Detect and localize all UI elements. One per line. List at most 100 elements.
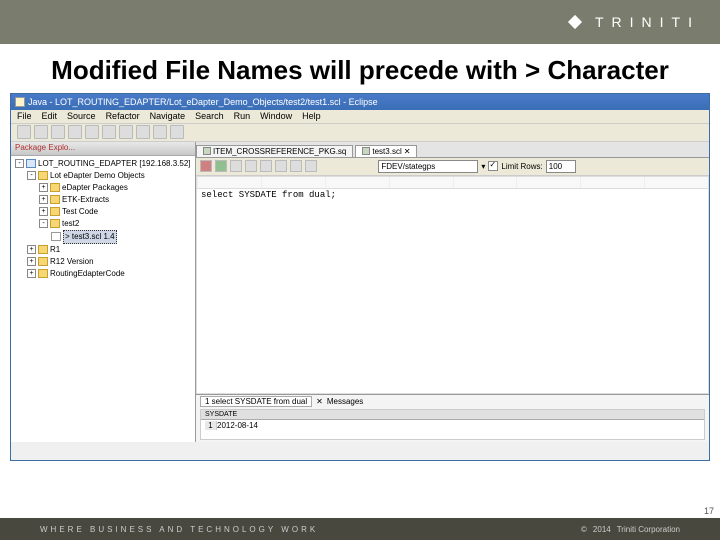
folder-icon bbox=[38, 245, 48, 254]
title-bar: Java - LOT_ROUTING_EDAPTER/Lot_eDapter_D… bbox=[11, 94, 709, 110]
tree-r1[interactable]: + R1 bbox=[13, 244, 193, 256]
tree-testcode[interactable]: + Test Code bbox=[13, 206, 193, 218]
editor-tab-2[interactable]: test3.scl ✕ bbox=[355, 145, 417, 157]
collapse-icon[interactable]: - bbox=[15, 159, 24, 168]
toolbar-button[interactable] bbox=[102, 125, 116, 139]
limit-rows-input[interactable]: 100 bbox=[546, 160, 576, 173]
toolbar-button[interactable] bbox=[260, 160, 272, 172]
menu-navigate[interactable]: Navigate bbox=[150, 111, 186, 121]
results-tabs: 1 select SYSDATE from dual ✕ Messages bbox=[196, 395, 709, 409]
row-number: 1 bbox=[205, 421, 217, 430]
toolbar-button[interactable] bbox=[305, 160, 317, 172]
file-icon bbox=[51, 232, 61, 241]
grid-row[interactable]: 1 2012-08-14 bbox=[201, 420, 704, 431]
code-line: select SYSDATE from dual; bbox=[197, 189, 708, 201]
menu-window[interactable]: Window bbox=[260, 111, 292, 121]
tree-label: R12 Version bbox=[50, 256, 94, 268]
project-tree: - LOT_ROUTING_EDAPTER [192.168.3.52] - L… bbox=[11, 156, 195, 442]
stop-button[interactable] bbox=[200, 160, 212, 172]
tree-etk[interactable]: + ETK-Extracts bbox=[13, 194, 193, 206]
expand-icon[interactable]: + bbox=[39, 207, 48, 216]
project-label: LOT_ROUTING_EDAPTER [192.168.3.52] bbox=[38, 158, 191, 170]
menu-search[interactable]: Search bbox=[195, 111, 224, 121]
menu-bar: File Edit Source Refactor Navigate Searc… bbox=[11, 110, 709, 124]
folder-icon bbox=[50, 195, 60, 204]
sql-file-icon bbox=[362, 147, 370, 155]
grid-column-header[interactable]: SYSDATE bbox=[201, 410, 704, 420]
tree-test2[interactable]: - test2 bbox=[13, 218, 193, 230]
eclipse-icon bbox=[15, 97, 25, 107]
result-tab-messages[interactable]: Messages bbox=[327, 397, 363, 406]
sql-file-icon bbox=[203, 147, 211, 155]
cell-value: 2012-08-14 bbox=[217, 421, 258, 430]
menu-edit[interactable]: Edit bbox=[42, 111, 58, 121]
tree-r12[interactable]: + R12 Version bbox=[13, 256, 193, 268]
run-button[interactable] bbox=[85, 125, 99, 139]
print-button[interactable] bbox=[51, 125, 65, 139]
toolbar-button[interactable] bbox=[170, 125, 184, 139]
package-explorer: Package Explo... - LOT_ROUTING_EDAPTER [… bbox=[11, 142, 196, 442]
toolbar-button[interactable] bbox=[136, 125, 150, 139]
expand-icon[interactable]: + bbox=[27, 269, 36, 278]
code-editor[interactable]: select SYSDATE from dual; bbox=[196, 176, 709, 394]
explorer-tab[interactable]: Package Explo... bbox=[11, 142, 195, 156]
toolbar-button[interactable] bbox=[275, 160, 287, 172]
tree-label: Lot eDapter Demo Objects bbox=[50, 170, 145, 182]
toolbar-button[interactable] bbox=[290, 160, 302, 172]
editor-panel: ITEM_CROSSREFERENCE_PKG.sq test3.scl ✕ bbox=[196, 142, 709, 442]
folder-icon bbox=[38, 257, 48, 266]
collapse-icon[interactable]: - bbox=[39, 219, 48, 228]
connection-value: FDEV/stategps bbox=[381, 162, 435, 171]
toolbar-button[interactable] bbox=[245, 160, 257, 172]
new-button[interactable] bbox=[17, 125, 31, 139]
page-number: 17 bbox=[704, 506, 714, 516]
expand-icon[interactable]: + bbox=[27, 245, 36, 254]
tree-label: Test Code bbox=[62, 206, 98, 218]
close-icon[interactable]: ✕ bbox=[316, 397, 323, 406]
expand-icon[interactable]: + bbox=[39, 195, 48, 204]
toolbar-button[interactable] bbox=[230, 160, 242, 172]
folder-icon bbox=[50, 219, 60, 228]
tab-label: ITEM_CROSSREFERENCE_PKG.sq bbox=[213, 147, 346, 156]
copyright-year: 2014 bbox=[593, 525, 611, 534]
tree-label: RoutingEdapterCode bbox=[50, 268, 125, 280]
toolbar-button[interactable] bbox=[153, 125, 167, 139]
brand-text: TRINITI bbox=[595, 14, 700, 30]
diamond-icon bbox=[568, 15, 582, 29]
expand-icon[interactable]: + bbox=[39, 183, 48, 192]
tree-routing[interactable]: + RoutingEdapterCode bbox=[13, 268, 193, 280]
editor-tab-1[interactable]: ITEM_CROSSREFERENCE_PKG.sq bbox=[196, 145, 353, 157]
tree-modified-file[interactable]: > test3.scl 1.4 bbox=[13, 230, 193, 244]
menu-file[interactable]: File bbox=[17, 111, 32, 121]
collapse-icon[interactable]: - bbox=[27, 171, 36, 180]
ruler bbox=[197, 177, 708, 189]
menu-source[interactable]: Source bbox=[67, 111, 96, 121]
tree-project[interactable]: - LOT_ROUTING_EDAPTER [192.168.3.52] bbox=[13, 158, 193, 170]
folder-icon bbox=[50, 183, 60, 192]
modified-file-label: > test3.scl 1.4 bbox=[63, 230, 117, 244]
result-tab-1[interactable]: 1 select SYSDATE from dual bbox=[200, 396, 312, 407]
editor-toolbar: FDEV/stategps ▾ Limit Rows: 100 bbox=[196, 158, 709, 176]
expand-icon[interactable]: + bbox=[27, 257, 36, 266]
logo: TRINITI bbox=[570, 14, 700, 30]
results-panel: 1 select SYSDATE from dual ✕ Messages SY… bbox=[196, 394, 709, 442]
tree-label: R1 bbox=[50, 244, 60, 256]
dropdown-arrow-icon[interactable]: ▾ bbox=[481, 162, 485, 171]
execute-button[interactable] bbox=[215, 160, 227, 172]
limit-rows-label: Limit Rows: bbox=[501, 162, 542, 171]
menu-refactor[interactable]: Refactor bbox=[106, 111, 140, 121]
tree-label: ETK-Extracts bbox=[62, 194, 109, 206]
tab-label: test3.scl bbox=[372, 147, 401, 156]
connection-dropdown[interactable]: FDEV/stategps bbox=[378, 160, 478, 173]
close-icon[interactable]: ✕ bbox=[404, 147, 411, 156]
menu-help[interactable]: Help bbox=[302, 111, 321, 121]
menu-run[interactable]: Run bbox=[234, 111, 251, 121]
debug-button[interactable] bbox=[68, 125, 82, 139]
save-button[interactable] bbox=[34, 125, 48, 139]
tree-demo-objects[interactable]: - Lot eDapter Demo Objects bbox=[13, 170, 193, 182]
tree-packages[interactable]: + eDapter Packages bbox=[13, 182, 193, 194]
folder-icon bbox=[38, 171, 48, 180]
limit-rows-checkbox[interactable] bbox=[488, 161, 498, 171]
main-toolbar bbox=[11, 124, 709, 142]
toolbar-button[interactable] bbox=[119, 125, 133, 139]
